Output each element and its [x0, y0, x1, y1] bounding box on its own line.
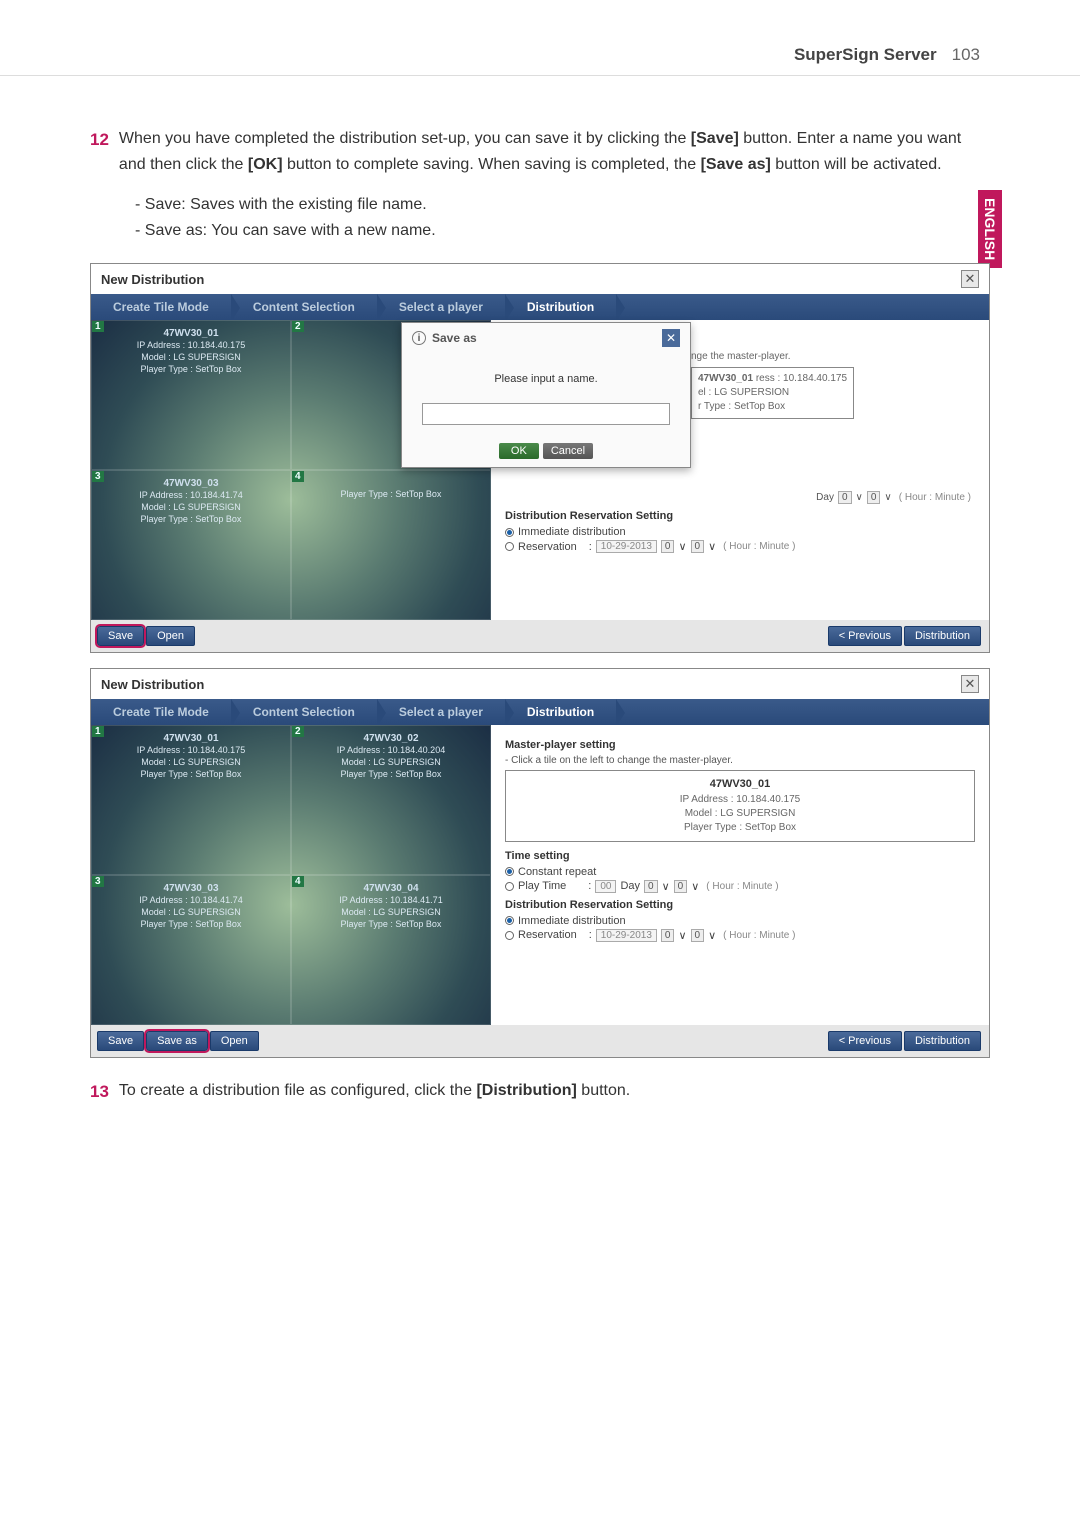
window-footer: Save Open < Previous Distribution [91, 620, 989, 652]
constant-repeat-label: Constant repeat [518, 866, 596, 878]
tile-grid-2: 1 47WV30_01IP Address : 10.184.40.175Mod… [91, 725, 491, 1025]
step-text: When you have completed the distribution… [119, 126, 990, 177]
master-hint-fragment: nge the master-player. [691, 350, 854, 364]
saveas-dialog: iSave as ✕ Please input a name. OK Cance… [401, 322, 691, 468]
pt-minute-select[interactable]: 0 [674, 880, 688, 893]
previous-button-2[interactable]: < Previous [828, 1031, 902, 1051]
saveas-name-input[interactable] [422, 403, 670, 425]
close-icon[interactable]: ✕ [961, 270, 979, 288]
page-number: 103 [952, 45, 980, 65]
wizard-steps: Create Tile Mode Content Selection Selec… [91, 294, 989, 320]
bullet-save: Save: Saves with the existing file name. [135, 192, 990, 218]
header-title: SuperSign Server [794, 45, 937, 65]
tile-1[interactable]: 1 47WV30_01IP Address : 10.184.40.175Mod… [91, 320, 291, 470]
step-number-13: 13 [90, 1078, 109, 1105]
immediate-label: Immediate distribution [518, 526, 626, 538]
wizard-steps-2: Create Tile Mode Content Selection Selec… [91, 699, 989, 725]
settings-panel-2: Master-player setting - Click a tile on … [491, 725, 989, 1025]
step-bullets: Save: Saves with the existing file name.… [135, 192, 990, 243]
dialog-close-icon[interactable]: ✕ [662, 329, 680, 347]
open-button-2[interactable]: Open [210, 1031, 259, 1051]
reservation-radio[interactable] [505, 542, 514, 551]
dist-reservation-head: Distribution Reservation Setting [505, 510, 975, 522]
tile-4[interactable]: 4 Player Type : SetTop Box [291, 470, 491, 620]
bullet-saveas: Save as: You can save with a new name. [135, 218, 990, 244]
window-footer-2: Save Save as Open < Previous Distributio… [91, 1025, 989, 1057]
dialog-title: iSave as [412, 331, 477, 345]
res2-hour-select[interactable]: 0 [661, 929, 675, 942]
wizard-tile-mode[interactable]: Create Tile Mode [91, 294, 231, 320]
wizard-content-selection[interactable]: Content Selection [231, 294, 377, 320]
time-setting-head: Time setting [505, 850, 975, 862]
master-hint: - Click a tile on the left to change the… [505, 755, 975, 766]
save-button-2[interactable]: Save [97, 1031, 144, 1051]
step-13: 13 To create a distribution file as conf… [90, 1078, 990, 1105]
day-label-2: Day [620, 880, 640, 892]
reservation-label-2: Reservation [518, 929, 577, 941]
page-header: SuperSign Server 103 [0, 0, 1080, 76]
wizard-select-player-2[interactable]: Select a player [377, 699, 505, 725]
step-12: 12 When you have completed the distribut… [90, 126, 990, 177]
distribution-button-2[interactable]: Distribution [904, 1031, 981, 1051]
window-title: New Distribution [101, 272, 204, 287]
constant-repeat-radio[interactable] [505, 867, 514, 876]
step-text-13: To create a distribution file as configu… [119, 1078, 990, 1105]
master-model-fragment: el : LG SUPERSION [698, 387, 789, 398]
tile2-1[interactable]: 1 47WV30_01IP Address : 10.184.40.175Mod… [91, 725, 291, 875]
reservation-date-2[interactable]: 10-29-2013 [596, 929, 657, 942]
language-tab: ENGLISH [978, 190, 1002, 268]
settings-panel: nge the master-player. 47WV30_01 ress : … [491, 320, 989, 620]
hour-select[interactable]: 0 [838, 491, 852, 504]
save-button[interactable]: Save [97, 626, 144, 646]
distribution-button[interactable]: Distribution [904, 626, 981, 646]
dist-reservation-head-2: Distribution Reservation Setting [505, 899, 975, 911]
close-icon-2[interactable]: ✕ [961, 675, 979, 693]
playtime-label: Play Time [518, 880, 566, 892]
reservation-label: Reservation [518, 541, 577, 553]
playtime-radio[interactable] [505, 882, 514, 891]
master-ip-fragment: ress : 10.184.40.175 [756, 373, 847, 384]
app-window-full: New Distribution ✕ Create Tile Mode Cont… [90, 668, 990, 1058]
tile-3[interactable]: 3 47WV30_03IP Address : 10.184.41.74Mode… [91, 470, 291, 620]
tile2-2[interactable]: 2 47WV30_02IP Address : 10.184.40.204Mod… [291, 725, 491, 875]
dialog-ok-button[interactable]: OK [499, 443, 539, 459]
wizard-select-player[interactable]: Select a player [377, 294, 505, 320]
immediate-label-2: Immediate distribution [518, 915, 626, 927]
immediate-radio[interactable] [505, 528, 514, 537]
window-title-2: New Distribution [101, 677, 204, 692]
playtime-value[interactable]: 00 [595, 880, 616, 893]
app-window-saveas: New Distribution ✕ Create Tile Mode Cont… [90, 263, 990, 653]
master-ptype-fragment: r Type : SetTop Box [698, 401, 785, 412]
open-button[interactable]: Open [146, 626, 195, 646]
dialog-cancel-button[interactable]: Cancel [543, 443, 593, 459]
res2-minute-select[interactable]: 0 [691, 929, 705, 942]
wizard-distribution[interactable]: Distribution [505, 294, 616, 320]
pt-hour-select[interactable]: 0 [644, 880, 658, 893]
reservation-radio-2[interactable] [505, 931, 514, 940]
master-setting-head: Master-player setting [505, 739, 975, 751]
saveas-button[interactable]: Save as [146, 1031, 208, 1051]
wizard-content-selection-2[interactable]: Content Selection [231, 699, 377, 725]
res-hour-select[interactable]: 0 [661, 540, 675, 553]
info-icon: i [412, 331, 426, 345]
wizard-tile-mode-2[interactable]: Create Tile Mode [91, 699, 231, 725]
master-player-box: 47WV30_01 IP Address : 10.184.40.175 Mod… [505, 770, 975, 841]
day-label: Day [816, 492, 834, 503]
tile2-4[interactable]: 4 47WV30_04IP Address : 10.184.41.71Mode… [291, 875, 491, 1025]
hour-minute-note: ( Hour : Minute ) [899, 492, 971, 503]
previous-button[interactable]: < Previous [828, 626, 902, 646]
dialog-message: Please input a name. [422, 373, 670, 385]
immediate-radio-2[interactable] [505, 916, 514, 925]
wizard-distribution-2[interactable]: Distribution [505, 699, 616, 725]
step-number: 12 [90, 126, 109, 177]
master-name: 47WV30_01 [698, 373, 753, 384]
minute-select[interactable]: 0 [867, 491, 881, 504]
reservation-date[interactable]: 10-29-2013 [596, 540, 657, 553]
res-minute-select[interactable]: 0 [691, 540, 705, 553]
tile2-3[interactable]: 3 47WV30_03IP Address : 10.184.41.74Mode… [91, 875, 291, 1025]
